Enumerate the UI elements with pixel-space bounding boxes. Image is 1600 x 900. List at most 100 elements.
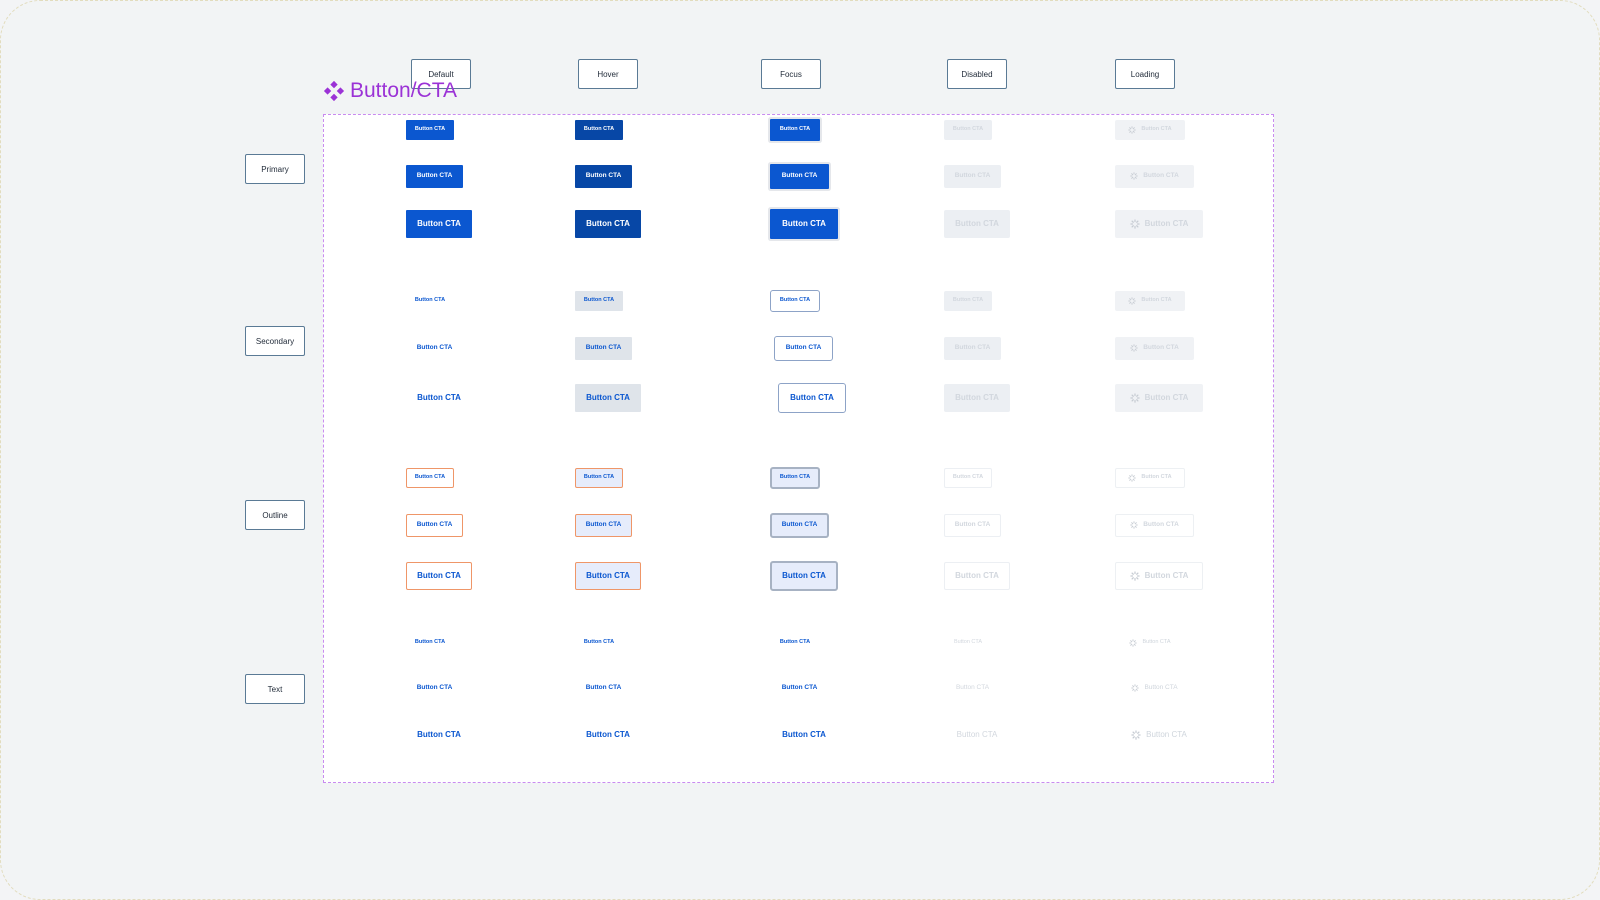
button-label: Button CTA: [583, 474, 615, 481]
primary-disabled-sm-button[interactable]: Button CTA: [944, 120, 992, 140]
text-focus-md-button[interactable]: Button CTA: [770, 676, 829, 701]
text-loading-md-button[interactable]: Button CTA: [1115, 677, 1194, 700]
secondary-default-sm-button[interactable]: Button CTA: [406, 291, 454, 311]
text-hover-lg-button[interactable]: Button CTA: [575, 721, 641, 749]
primary-loading-md-button[interactable]: Button CTA: [1115, 164, 1194, 188]
outline-focus-sm-button[interactable]: Button CTA: [770, 467, 820, 489]
variant-label-secondary: Secondary: [245, 326, 305, 356]
button-label: Button CTA: [416, 171, 453, 179]
button-label: Button CTA: [586, 393, 630, 402]
loading-spinner-icon: [1129, 571, 1140, 581]
outline-hover-md-button[interactable]: Button CTA: [575, 513, 632, 537]
button-label: Button CTA: [414, 297, 446, 304]
text-disabled-sm-button[interactable]: Button CTA: [944, 633, 992, 653]
secondary-default-md-button[interactable]: Button CTA: [406, 337, 463, 360]
button-label: Button CTA: [956, 730, 998, 739]
button-label: Button CTA: [414, 474, 446, 481]
secondary-loading-lg-button[interactable]: Button CTA: [1115, 384, 1203, 412]
secondary-disabled-sm-button[interactable]: Button CTA: [944, 291, 992, 311]
primary-loading-sm-button[interactable]: Button CTA: [1115, 120, 1185, 140]
button-label: Button CTA: [1143, 520, 1179, 528]
primary-hover-lg-button[interactable]: Button CTA: [575, 210, 641, 238]
state-label-loading: Loading: [1115, 59, 1175, 89]
primary-focus-sm-button[interactable]: Button CTA: [770, 119, 820, 141]
outline-loading-md-button[interactable]: Button CTA: [1115, 513, 1194, 537]
outline-disabled-sm-button[interactable]: Button CTA: [944, 468, 992, 488]
primary-loading-lg-button[interactable]: Button CTA: [1115, 210, 1203, 238]
button-label: Button CTA: [1141, 474, 1172, 481]
text-disabled-md-button[interactable]: Button CTA: [944, 677, 1001, 700]
outline-default-sm-button[interactable]: Button CTA: [406, 468, 454, 488]
outline-hover-lg-button[interactable]: Button CTA: [575, 562, 641, 590]
primary-focus-md-button[interactable]: Button CTA: [770, 163, 829, 189]
outline-hover-sm-button[interactable]: Button CTA: [575, 468, 623, 488]
button-label: Button CTA: [585, 520, 622, 528]
loading-spinner-icon: [1130, 521, 1138, 529]
secondary-loading-md-button[interactable]: Button CTA: [1115, 336, 1194, 360]
secondary-default-lg-button[interactable]: Button CTA: [406, 384, 472, 412]
loading-spinner-icon: [1131, 730, 1141, 740]
outline-default-lg-button[interactable]: Button CTA: [406, 562, 472, 590]
primary-default-md-button[interactable]: Button CTA: [406, 164, 463, 188]
text-default-lg-button[interactable]: Button CTA: [406, 721, 472, 749]
primary-hover-sm-button[interactable]: Button CTA: [575, 120, 623, 140]
secondary-focus-lg-button[interactable]: Button CTA: [778, 383, 846, 413]
secondary-focus-md-button[interactable]: Button CTA: [774, 335, 833, 361]
button-label: Button CTA: [779, 126, 811, 133]
button-label: Button CTA: [1141, 297, 1172, 304]
variant-label-outline: Outline: [245, 500, 305, 530]
state-label-hover: Hover: [578, 59, 638, 89]
primary-default-lg-button[interactable]: Button CTA: [406, 210, 472, 238]
secondary-hover-sm-button[interactable]: Button CTA: [575, 291, 623, 311]
button-label: Button CTA: [586, 730, 630, 739]
button-label: Button CTA: [416, 343, 453, 351]
text-loading-sm-button[interactable]: Button CTA: [1115, 633, 1185, 653]
button-label: Button CTA: [955, 571, 999, 580]
secondary-hover-md-button[interactable]: Button CTA: [575, 336, 632, 360]
outline-focus-lg-button[interactable]: Button CTA: [770, 561, 838, 591]
button-label: Button CTA: [782, 571, 826, 580]
button-label: Button CTA: [952, 297, 984, 304]
text-focus-sm-button[interactable]: Button CTA: [770, 632, 820, 654]
text-hover-sm-button[interactable]: Button CTA: [575, 633, 623, 653]
loading-spinner-icon: [1129, 639, 1138, 647]
button-label: Button CTA: [954, 171, 991, 179]
secondary-disabled-lg-button[interactable]: Button CTA: [944, 384, 1010, 412]
text-hover-md-button[interactable]: Button CTA: [575, 677, 632, 700]
button-label: Button CTA: [417, 219, 461, 228]
primary-hover-md-button[interactable]: Button CTA: [575, 164, 632, 188]
primary-default-sm-button[interactable]: Button CTA: [406, 120, 454, 140]
text-focus-lg-button[interactable]: Button CTA: [770, 720, 838, 750]
text-default-md-button[interactable]: Button CTA: [406, 677, 463, 700]
primary-disabled-md-button[interactable]: Button CTA: [944, 164, 1001, 188]
text-loading-lg-button[interactable]: Button CTA: [1115, 721, 1203, 749]
button-label: Button CTA: [781, 520, 818, 528]
text-default-sm-button[interactable]: Button CTA: [406, 633, 454, 653]
outline-focus-md-button[interactable]: Button CTA: [770, 512, 829, 538]
button-label: Button CTA: [585, 343, 622, 351]
text-disabled-lg-button[interactable]: Button CTA: [944, 721, 1010, 749]
button-label: Button CTA: [414, 126, 446, 133]
button-label: Button CTA: [1144, 571, 1189, 580]
outline-disabled-md-button[interactable]: Button CTA: [944, 513, 1001, 537]
button-label: Button CTA: [790, 393, 834, 402]
button-label: Button CTA: [585, 683, 622, 691]
outline-loading-sm-button[interactable]: Button CTA: [1115, 468, 1185, 488]
secondary-focus-sm-button[interactable]: Button CTA: [770, 290, 820, 312]
primary-focus-lg-button[interactable]: Button CTA: [770, 209, 838, 239]
button-label: Button CTA: [779, 297, 811, 304]
loading-spinner-icon: [1131, 684, 1140, 692]
button-label: Button CTA: [952, 474, 984, 481]
secondary-loading-sm-button[interactable]: Button CTA: [1115, 291, 1185, 311]
variant-label-primary: Primary: [245, 154, 305, 184]
secondary-hover-lg-button[interactable]: Button CTA: [575, 384, 641, 412]
loading-spinner-icon: [1129, 219, 1140, 229]
primary-disabled-lg-button[interactable]: Button CTA: [944, 210, 1010, 238]
button-label: Button CTA: [955, 683, 990, 691]
outline-loading-lg-button[interactable]: Button CTA: [1115, 562, 1203, 590]
outline-default-md-button[interactable]: Button CTA: [406, 513, 463, 537]
outline-disabled-lg-button[interactable]: Button CTA: [944, 562, 1010, 590]
button-label: Button CTA: [952, 126, 984, 133]
button-label: Button CTA: [1146, 730, 1187, 739]
secondary-disabled-md-button[interactable]: Button CTA: [944, 336, 1001, 360]
